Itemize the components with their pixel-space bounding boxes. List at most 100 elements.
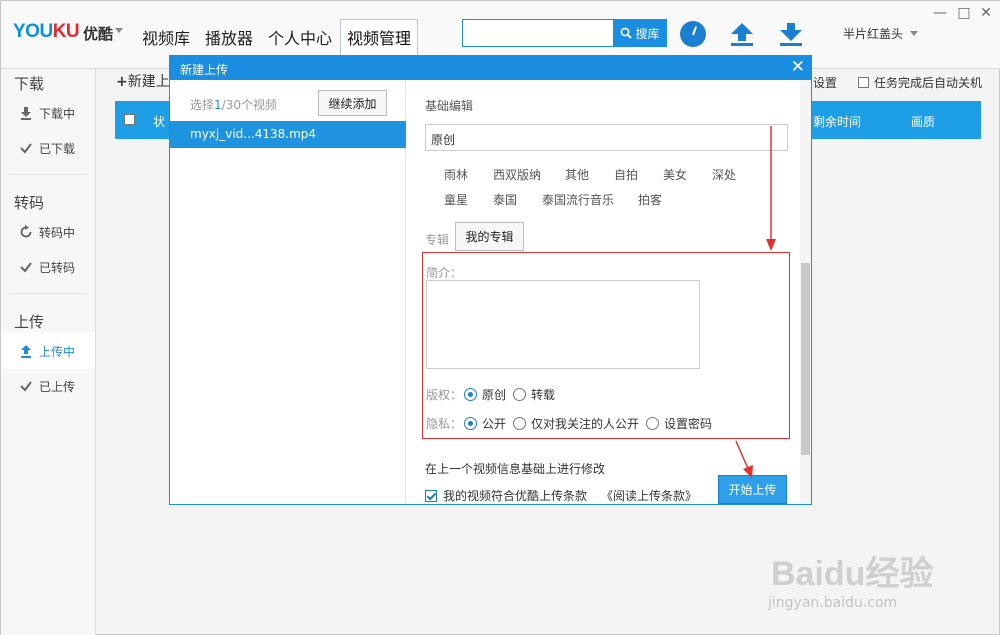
selected-count: 1	[214, 98, 222, 112]
sidebar-heading-download: 下载	[14, 75, 45, 93]
tag-item[interactable]: 西双版纳	[493, 166, 541, 183]
radio-dot[interactable]	[464, 417, 478, 430]
sidebar-item-transcoded[interactable]: 已转码	[1, 249, 95, 285]
intro-label: 简介：	[426, 266, 463, 280]
column-header-quality[interactable]: 画质	[911, 113, 935, 130]
privacy-password-radio[interactable]: 设置密码	[646, 415, 712, 432]
minimize-icon[interactable]: —	[932, 5, 948, 21]
privacy-followers-radio[interactable]: 仅对我关注的人公开	[513, 415, 639, 432]
download-arrow-icon[interactable]	[778, 21, 804, 47]
file-list-pane: 选择1/30个视频 继续添加 myxj_vid...4138.mp4	[170, 80, 406, 504]
start-upload-button[interactable]: 开始上传	[718, 475, 787, 504]
copyright-repost-radio[interactable]: 转载	[513, 386, 555, 403]
radio-dot[interactable]	[513, 388, 527, 401]
privacy-public-radio[interactable]: 公开	[464, 415, 506, 432]
tag-item[interactable]: 童星	[444, 191, 468, 208]
radio-dot[interactable]	[513, 417, 527, 430]
copyright-original-radio[interactable]: 原创	[464, 386, 506, 403]
settings-link[interactable]: 设置	[813, 74, 837, 91]
close-icon[interactable]: ✕	[791, 57, 805, 77]
tag-item[interactable]: 泰国	[493, 191, 517, 208]
agree-terms-label: 我的视频符合优酷上传条款	[443, 489, 588, 503]
copyright-label: 版权：	[426, 388, 463, 402]
sidebar-item-label: 已上传	[39, 379, 76, 394]
logo-cn-text: 优酷	[83, 25, 114, 43]
sidebar-item-downloading[interactable]: 下载中	[1, 95, 95, 131]
my-album-button[interactable]: 我的专辑	[455, 222, 524, 251]
privacy-label: 隐私：	[426, 417, 463, 431]
album-label: 专辑	[425, 233, 450, 247]
new-upload-button[interactable]: +新建上	[116, 71, 170, 91]
sidebar-item-transcoding[interactable]: 转码中	[1, 214, 95, 250]
select-all-checkbox[interactable]	[124, 114, 135, 125]
new-upload-label: 新建上	[127, 74, 170, 90]
checkbox-box[interactable]	[858, 77, 869, 88]
sidebar-item-uploaded[interactable]: 已上传	[1, 368, 95, 404]
upload-arrow-icon[interactable]	[729, 21, 755, 47]
selected-suffix: /30个视频	[221, 98, 277, 112]
logo-menu-caret-icon[interactable]	[115, 28, 123, 33]
continue-add-button[interactable]: 继续添加	[318, 90, 387, 116]
search-icon	[621, 27, 633, 39]
edit-pane: 基础编辑 原创 雨林 西双版纳 其他 自拍 美女 深处 童星 泰国 泰国流行音乐…	[407, 80, 811, 504]
basic-edit-heading: 基础编辑	[425, 99, 474, 113]
scrollbar-thumb[interactable]	[801, 263, 810, 455]
sidebar-item-uploading[interactable]: 上传中	[1, 333, 95, 369]
history-clock-icon[interactable]	[680, 21, 706, 47]
youku-logo[interactable]: YOUKU	[13, 21, 80, 43]
refresh-icon	[20, 225, 32, 238]
sidebar-divider	[9, 174, 87, 175]
privacy-row: 隐私： 公开 仅对我关注的人公开 设置密码	[426, 415, 719, 432]
modify-prev-label[interactable]: 在上一个视频信息基础上进行修改	[425, 460, 605, 477]
radio-label: 设置密码	[664, 417, 713, 431]
radio-label: 公开	[482, 417, 507, 431]
title-field[interactable]: 原创	[425, 124, 788, 151]
tag-item[interactable]: 美女	[663, 166, 687, 183]
sidebar-item-downloaded[interactable]: 已下载	[1, 130, 95, 166]
selected-prefix: 选择	[190, 98, 215, 112]
sidebar: 下载 下载中 已下载 转码 转码中 已转码 上传 上传中 已上传	[1, 69, 96, 635]
nav-video-library[interactable]: 视频库	[135, 19, 197, 53]
new-upload-dialog: 新建上传 ✕ 选择1/30个视频 继续添加 myxj_vid...4138.mp…	[169, 55, 812, 505]
search-button-label: 搜库	[635, 26, 660, 41]
intro-textarea[interactable]	[426, 280, 700, 369]
radio-dot[interactable]	[464, 388, 478, 401]
tag-item[interactable]: 拍客	[638, 191, 662, 208]
baidu-watermark-url: jingyan.baidu.com	[768, 595, 898, 611]
check-icon	[20, 143, 32, 154]
search-input[interactable]	[462, 19, 614, 47]
maximize-icon[interactable]: □	[956, 5, 972, 21]
file-list-item[interactable]: myxj_vid...4138.mp4	[170, 121, 406, 148]
auto-shutdown-checkbox[interactable]: 任务完成后自动关机	[858, 74, 982, 91]
tag-item[interactable]: 雨林	[444, 166, 468, 183]
check-icon	[20, 262, 32, 273]
close-window-icon[interactable]: ✕	[978, 5, 994, 21]
radio-dot[interactable]	[646, 417, 660, 430]
agree-terms-row: 我的视频符合优酷上传条款 《阅读上传条款》	[425, 487, 697, 504]
tag-item[interactable]: 深处	[712, 166, 736, 183]
search-button[interactable]: 搜库	[613, 19, 667, 47]
tag-item[interactable]: 泰国流行音乐	[542, 191, 614, 208]
sidebar-item-label: 已转码	[39, 260, 76, 275]
logo-text-b: KU	[52, 21, 80, 42]
username-label[interactable]: 半片红盖头	[843, 25, 903, 42]
nav-player[interactable]: 播放器	[198, 19, 260, 53]
radio-label: 仅对我关注的人公开	[531, 417, 640, 431]
sidebar-heading-transcode: 转码	[14, 194, 45, 212]
column-header-remaining-time[interactable]: 剩余时间	[813, 113, 861, 130]
sidebar-item-label: 转码中	[39, 225, 76, 240]
user-menu-caret-icon[interactable]	[910, 31, 918, 36]
sidebar-heading-upload: 上传	[14, 313, 45, 331]
upload-icon	[21, 345, 31, 358]
read-terms-link[interactable]: 《阅读上传条款》	[601, 487, 697, 504]
tag-item[interactable]: 其他	[565, 166, 589, 183]
main-nav: 视频库 播放器 个人中心 视频管理	[135, 19, 419, 56]
nav-personal-center[interactable]: 个人中心	[261, 19, 339, 53]
dialog-title-bar[interactable]: 新建上传 ✕	[170, 56, 811, 80]
column-header-status[interactable]: 状	[153, 113, 165, 130]
edit-pane-scrollbar[interactable]	[800, 80, 811, 504]
sidebar-item-label: 已下载	[39, 141, 76, 156]
tag-item[interactable]: 自拍	[614, 166, 638, 183]
agree-terms-checkbox[interactable]	[425, 489, 437, 502]
nav-video-management[interactable]: 视频管理	[340, 19, 419, 56]
